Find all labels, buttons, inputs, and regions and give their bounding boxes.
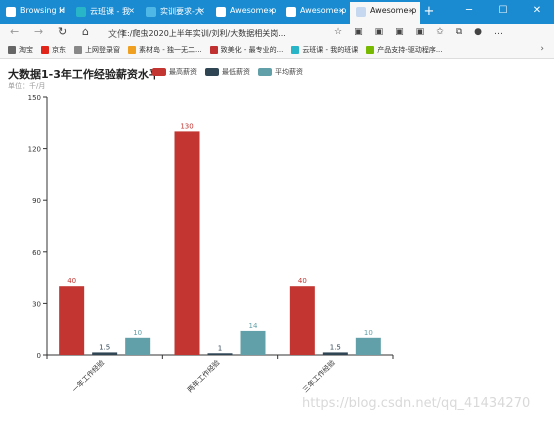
data-label: 14: [249, 322, 258, 330]
bar: [207, 353, 233, 355]
y-tick-label: 0: [37, 352, 41, 360]
bar-chart: 0 30 60 90 120 150 40 1.5 10 一年工作经验 130 1 14 两年工作经验 40…: [28, 94, 394, 394]
data-label: 1.5: [330, 343, 341, 351]
bar: [289, 286, 315, 355]
bar: [174, 131, 200, 355]
y-tick-label: 30: [32, 300, 41, 308]
data-label: 1.5: [99, 343, 110, 351]
data-label: 10: [133, 329, 142, 337]
bar: [59, 286, 85, 355]
y-tick-label: 150: [28, 94, 41, 102]
bar: [125, 337, 151, 355]
watermark: https://blog.csdn.net/qq_41434270: [302, 396, 531, 411]
data-label: 130: [180, 122, 193, 130]
data-label: 10: [364, 329, 373, 337]
y-tick-label: 120: [28, 146, 41, 154]
x-tick-label: 三年工作经验: [301, 358, 337, 394]
bar: [322, 352, 348, 355]
x-tick-label: 两年工作经验: [185, 358, 221, 394]
y-tick-label: 60: [32, 249, 41, 257]
bar: [240, 330, 266, 355]
bar: [92, 352, 118, 355]
data-label: 1: [218, 344, 222, 352]
data-label: 40: [67, 277, 76, 285]
y-tick-label: 90: [32, 197, 41, 205]
bar: [355, 337, 381, 355]
x-tick-label: 一年工作经验: [70, 358, 106, 394]
data-label: 40: [298, 277, 307, 285]
